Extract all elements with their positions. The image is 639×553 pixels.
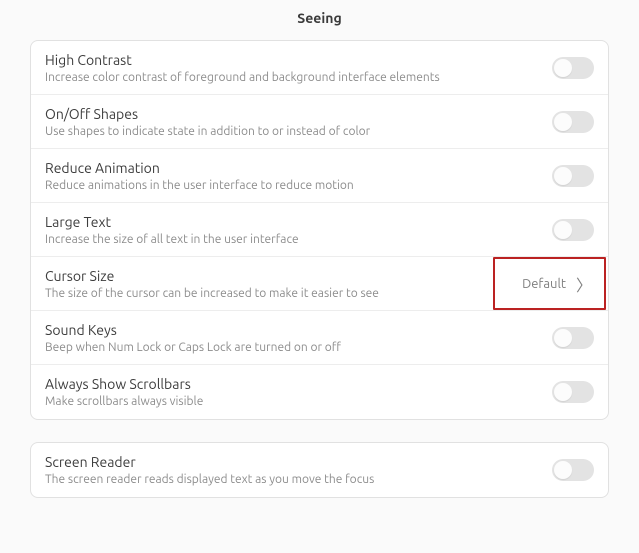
- cursor-size-value: Default: [522, 277, 566, 291]
- row-reduce-animation[interactable]: Reduce Animation Reduce animations in th…: [31, 149, 608, 203]
- row-text: On/Off Shapes Use shapes to indicate sta…: [45, 106, 552, 138]
- row-title: Reduce Animation: [45, 160, 552, 176]
- row-subtitle: The screen reader reads displayed text a…: [45, 473, 552, 486]
- switch-sound-keys[interactable]: [552, 327, 594, 349]
- switch-high-contrast[interactable]: [552, 57, 594, 79]
- switch-reduce-animation[interactable]: [552, 165, 594, 187]
- row-always-show-scrollbars[interactable]: Always Show Scrollbars Make scrollbars a…: [31, 365, 608, 419]
- row-title: High Contrast: [45, 52, 552, 68]
- row-title: Sound Keys: [45, 322, 552, 338]
- row-subtitle: The size of the cursor can be increased …: [45, 287, 522, 300]
- row-title: Always Show Scrollbars: [45, 376, 552, 392]
- row-cursor-size[interactable]: Cursor Size The size of the cursor can b…: [31, 257, 608, 311]
- settings-group-screen-reader: Screen Reader The screen reader reads di…: [30, 442, 609, 498]
- row-subtitle: Make scrollbars always visible: [45, 395, 552, 408]
- switch-large-text[interactable]: [552, 219, 594, 241]
- row-text: Reduce Animation Reduce animations in th…: [45, 160, 552, 192]
- row-text: Large Text Increase the size of all text…: [45, 214, 552, 246]
- section-heading: Seeing: [0, 0, 639, 40]
- chevron-right-icon: 〉: [576, 272, 592, 296]
- switch-screen-reader[interactable]: [552, 459, 594, 481]
- row-subtitle: Reduce animations in the user interface …: [45, 179, 552, 192]
- switch-always-show-scrollbars[interactable]: [552, 381, 594, 403]
- row-onoff-shapes[interactable]: On/Off Shapes Use shapes to indicate sta…: [31, 95, 608, 149]
- settings-group-seeing: High Contrast Increase color contrast of…: [30, 40, 609, 420]
- row-title: Screen Reader: [45, 454, 552, 470]
- row-title: Cursor Size: [45, 268, 522, 284]
- row-title: On/Off Shapes: [45, 106, 552, 122]
- row-title: Large Text: [45, 214, 552, 230]
- row-sound-keys[interactable]: Sound Keys Beep when Num Lock or Caps Lo…: [31, 311, 608, 365]
- row-high-contrast[interactable]: High Contrast Increase color contrast of…: [31, 41, 608, 95]
- row-screen-reader[interactable]: Screen Reader The screen reader reads di…: [31, 443, 608, 497]
- row-subtitle: Increase the size of all text in the use…: [45, 233, 552, 246]
- row-text: Sound Keys Beep when Num Lock or Caps Lo…: [45, 322, 552, 354]
- row-subtitle: Increase color contrast of foreground an…: [45, 71, 552, 84]
- row-large-text[interactable]: Large Text Increase the size of all text…: [31, 203, 608, 257]
- cursor-size-value-group: Default 〉: [522, 272, 594, 296]
- row-subtitle: Beep when Num Lock or Caps Lock are turn…: [45, 341, 552, 354]
- row-text: High Contrast Increase color contrast of…: [45, 52, 552, 84]
- switch-onoff-shapes[interactable]: [552, 111, 594, 133]
- row-subtitle: Use shapes to indicate state in addition…: [45, 125, 552, 138]
- row-text: Screen Reader The screen reader reads di…: [45, 454, 552, 486]
- row-text: Always Show Scrollbars Make scrollbars a…: [45, 376, 552, 408]
- row-text: Cursor Size The size of the cursor can b…: [45, 268, 522, 300]
